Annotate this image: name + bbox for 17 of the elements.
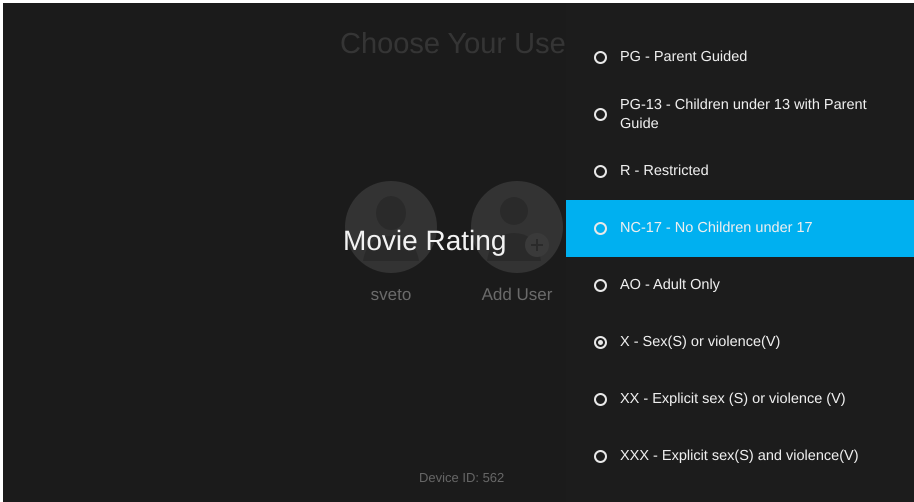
radio-button[interactable] [594, 336, 607, 349]
rating-option[interactable]: XXX - Explicit sex(S) and violence(V) [566, 428, 914, 485]
rating-option[interactable]: XX - Explicit sex (S) or violence (V) [566, 371, 914, 428]
rating-option[interactable]: PG - Parent Guided [566, 29, 914, 86]
radio-button[interactable] [594, 51, 607, 64]
dialog-title: Movie Rating [343, 225, 506, 257]
radio-button[interactable] [594, 108, 607, 121]
radio-button[interactable] [594, 222, 607, 235]
rating-option[interactable]: PG-13 - Children under 13 with Parent Guide [566, 86, 914, 143]
radio-button[interactable] [594, 450, 607, 463]
rating-option[interactable]: R - Restricted [566, 143, 914, 200]
radio-button[interactable] [594, 279, 607, 292]
rating-option[interactable]: X - Sex(S) or violence(V) [566, 314, 914, 371]
rating-option[interactable]: AO - Adult Only [566, 257, 914, 314]
radio-button[interactable] [594, 393, 607, 406]
device-id: Device ID: 562 [419, 470, 504, 485]
radio-button[interactable] [594, 165, 607, 178]
